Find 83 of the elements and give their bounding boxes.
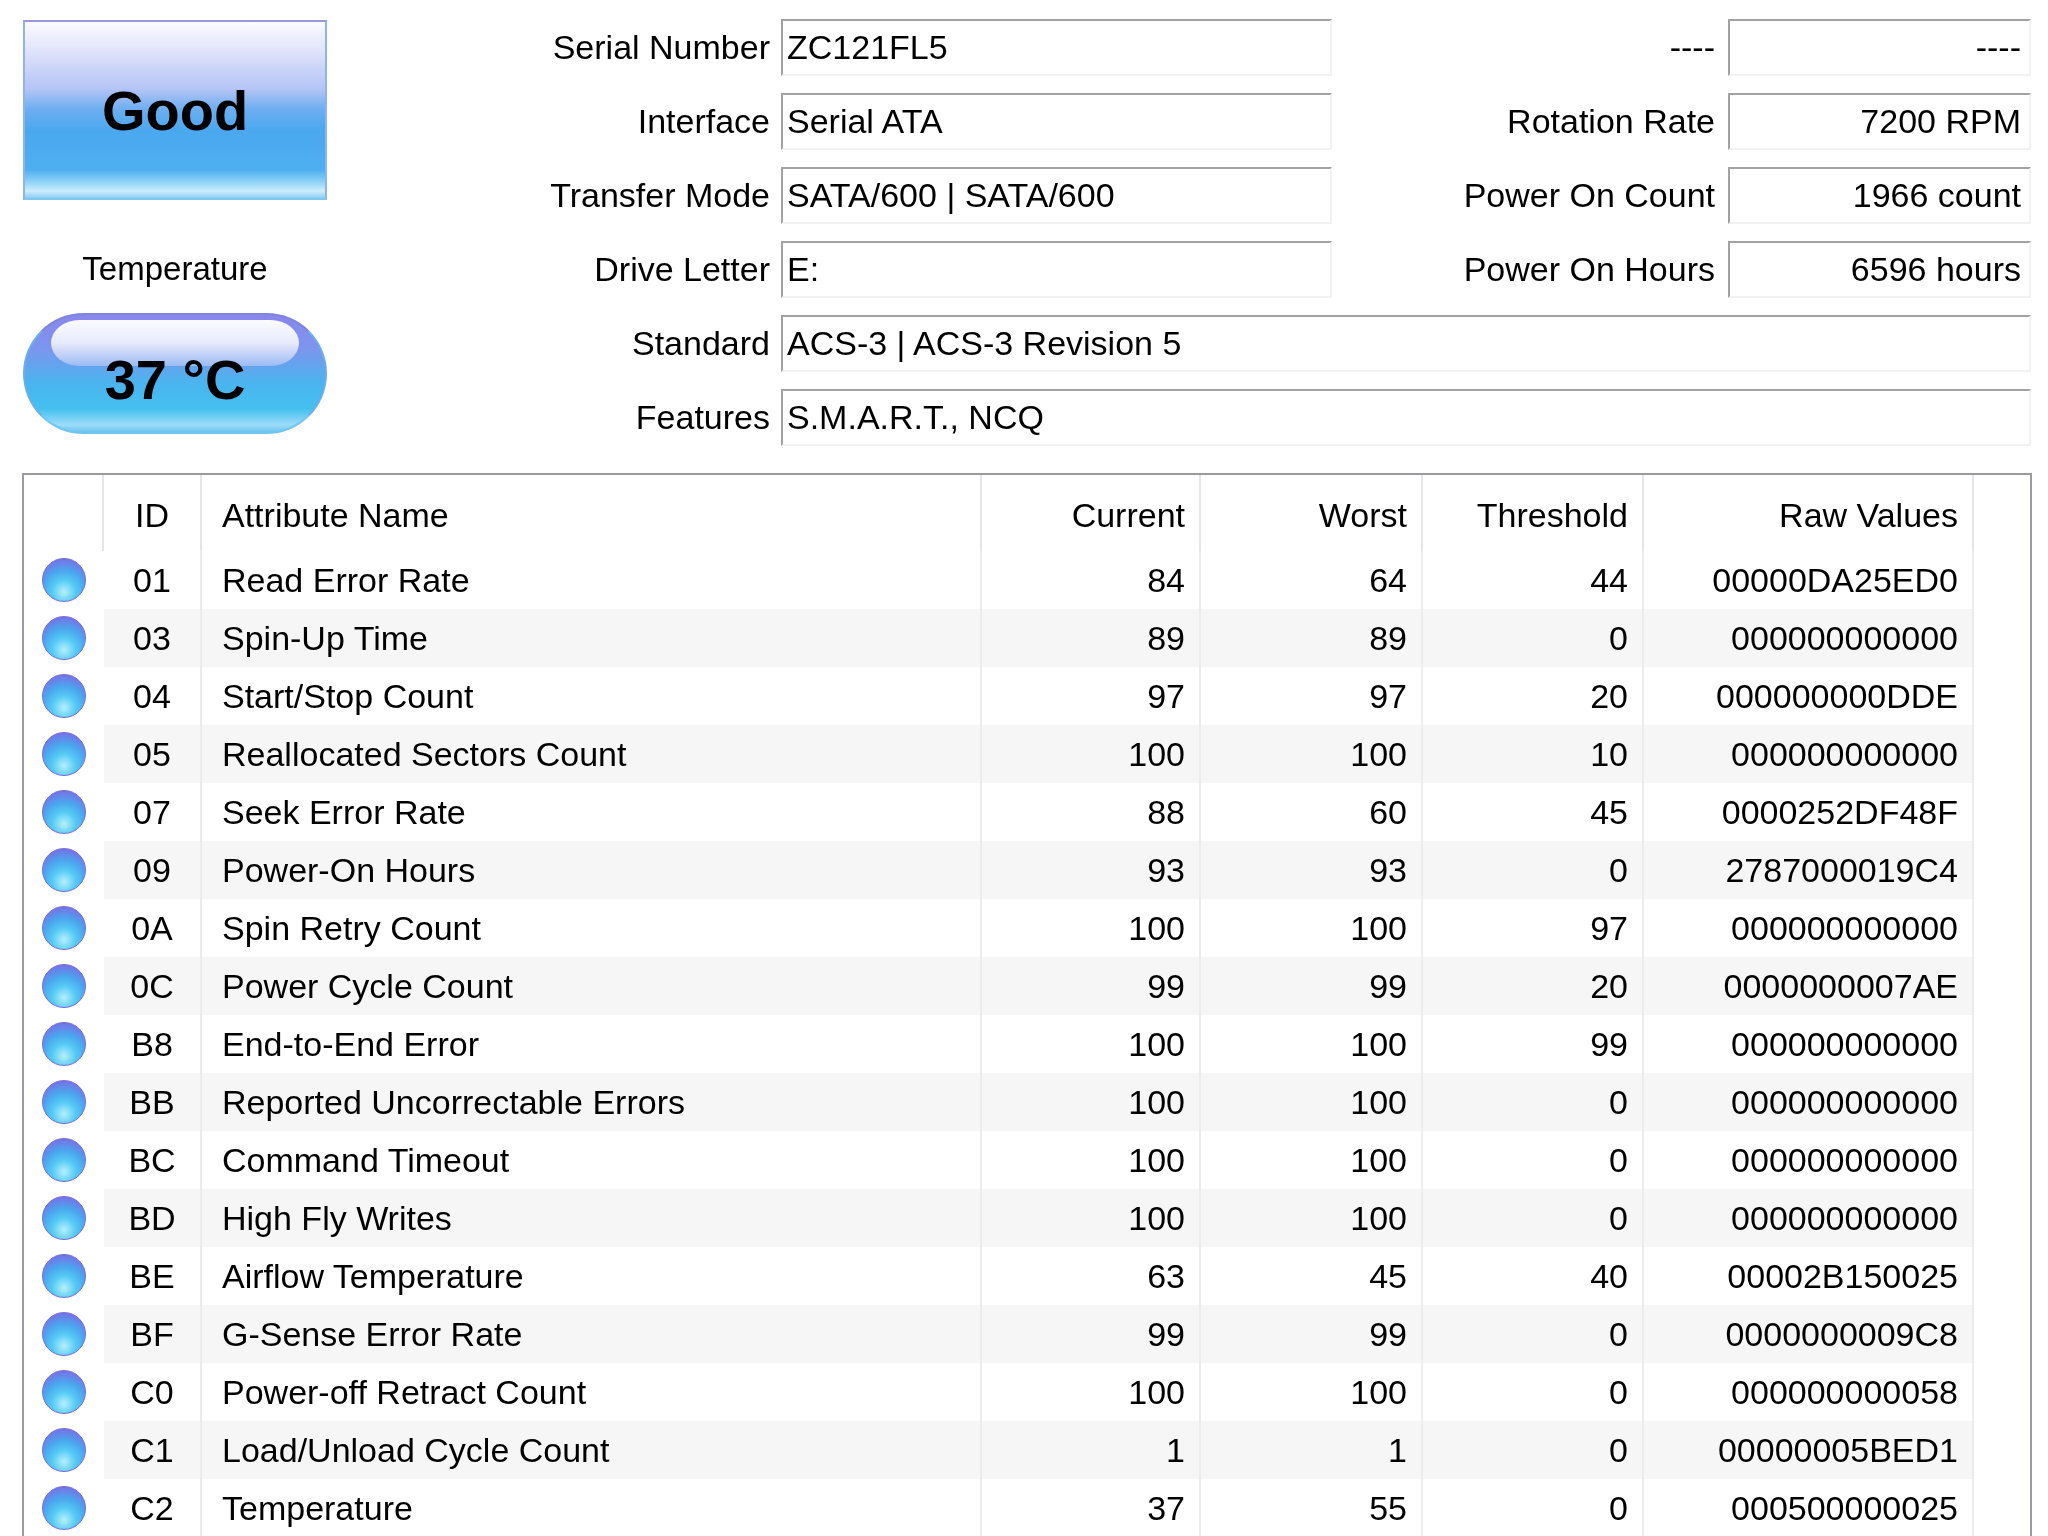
- info-field: 6596 hours: [1728, 241, 2031, 298]
- table-cell: C2: [104, 1479, 202, 1536]
- table-cell: 100: [1201, 1073, 1423, 1131]
- table-cell: 000500000025: [1644, 1479, 1974, 1536]
- table-cell: 0000000009C8: [1644, 1305, 1974, 1363]
- table-cell: 09: [104, 841, 202, 899]
- field-label: Drive Letter: [594, 250, 770, 289]
- temperature-label: Temperature: [82, 250, 268, 288]
- table-cell: Power-On Hours: [202, 841, 982, 899]
- field-label: Rotation Rate: [1507, 102, 1715, 141]
- table-cell: 00000005BED1: [1644, 1421, 1974, 1479]
- table-cell: 99: [982, 1305, 1201, 1363]
- field-label: Power On Count: [1463, 176, 1715, 215]
- info-field: SATA/600 | SATA/600: [781, 167, 1332, 224]
- column-header[interactable]: ID: [104, 475, 202, 551]
- table-cell: 99: [982, 957, 1201, 1015]
- column-header[interactable]: Attribute Name: [202, 475, 982, 551]
- table-cell: 05: [104, 725, 202, 783]
- table-cell: 0: [1423, 1479, 1644, 1536]
- table-cell: 100: [982, 1073, 1201, 1131]
- column-header[interactable]: Raw Values: [1644, 475, 1974, 551]
- table-cell: Power Cycle Count: [202, 957, 982, 1015]
- table-cell: 99: [1201, 1305, 1423, 1363]
- table-cell: 0C: [104, 957, 202, 1015]
- info-field: 7200 RPM: [1728, 93, 2031, 150]
- table-cell: 03: [104, 609, 202, 667]
- table-cell: 10: [1423, 725, 1644, 783]
- table-cell: 0000000007AE: [1644, 957, 1974, 1015]
- table-cell: 000000000000: [1644, 1189, 1974, 1247]
- column-header[interactable]: Worst: [1201, 475, 1423, 551]
- field-label: Interface: [637, 102, 770, 141]
- health-status-button[interactable]: Good: [23, 20, 327, 200]
- table-cell: G-Sense Error Rate: [202, 1305, 982, 1363]
- table-cell: 0: [1423, 1421, 1644, 1479]
- table-cell: 1: [982, 1421, 1201, 1479]
- column-header[interactable]: Current: [982, 475, 1201, 551]
- table-cell: 0: [1423, 1189, 1644, 1247]
- table-cell: 0: [1423, 609, 1644, 667]
- info-field: Serial ATA: [781, 93, 1332, 150]
- table-cell: 93: [982, 841, 1201, 899]
- info-field: ----: [1728, 19, 2031, 76]
- info-field: ZC121FL5: [781, 19, 1332, 76]
- info-field: S.M.A.R.T., NCQ: [781, 389, 2031, 446]
- table-cell: Spin-Up Time: [202, 609, 982, 667]
- table-cell: 1: [1201, 1421, 1423, 1479]
- table-cell: C1: [104, 1421, 202, 1479]
- temperature-button[interactable]: 37 °C: [23, 313, 327, 434]
- field-label: ----: [1669, 28, 1715, 67]
- table-cell: 2787000019C4: [1644, 841, 1974, 899]
- table-cell: BD: [104, 1189, 202, 1247]
- table-cell: 20: [1423, 957, 1644, 1015]
- field-label: Features: [635, 398, 770, 437]
- table-cell: 37: [982, 1479, 1201, 1536]
- table-cell: 89: [982, 609, 1201, 667]
- table-cell: 93: [1201, 841, 1423, 899]
- table-cell: 55: [1201, 1479, 1423, 1536]
- table-cell: 0: [1423, 841, 1644, 899]
- table-cell: 99: [1201, 957, 1423, 1015]
- field-label: Standard: [632, 324, 770, 363]
- info-field: E:: [781, 241, 1332, 298]
- field-label: Transfer Mode: [550, 176, 770, 215]
- field-label: Power On Hours: [1463, 250, 1715, 289]
- table-cell: 000000000000: [1644, 609, 1974, 667]
- table-cell: 0: [1423, 1305, 1644, 1363]
- table-cell: 100: [1201, 1189, 1423, 1247]
- table-cell: BB: [104, 1073, 202, 1131]
- table-cell: Temperature: [202, 1479, 982, 1536]
- field-label: Serial Number: [552, 28, 770, 67]
- info-field: ACS-3 | ACS-3 Revision 5: [781, 315, 2031, 372]
- table-cell: 100: [1201, 725, 1423, 783]
- table-cell: 0: [1423, 1073, 1644, 1131]
- table-cell: BF: [104, 1305, 202, 1363]
- table-cell: 100: [982, 1189, 1201, 1247]
- table-cell: 000000000000: [1644, 1073, 1974, 1131]
- info-field: 1966 count: [1728, 167, 2031, 224]
- table-cell: 89: [1201, 609, 1423, 667]
- table-cell: High Fly Writes: [202, 1189, 982, 1247]
- table-cell: Reported Uncorrectable Errors: [202, 1073, 982, 1131]
- table-cell: 100: [982, 725, 1201, 783]
- column-header[interactable]: Threshold: [1423, 475, 1644, 551]
- table-cell: Load/Unload Cycle Count: [202, 1421, 982, 1479]
- table-cell: Reallocated Sectors Count: [202, 725, 982, 783]
- table-cell: 000000000000: [1644, 725, 1974, 783]
